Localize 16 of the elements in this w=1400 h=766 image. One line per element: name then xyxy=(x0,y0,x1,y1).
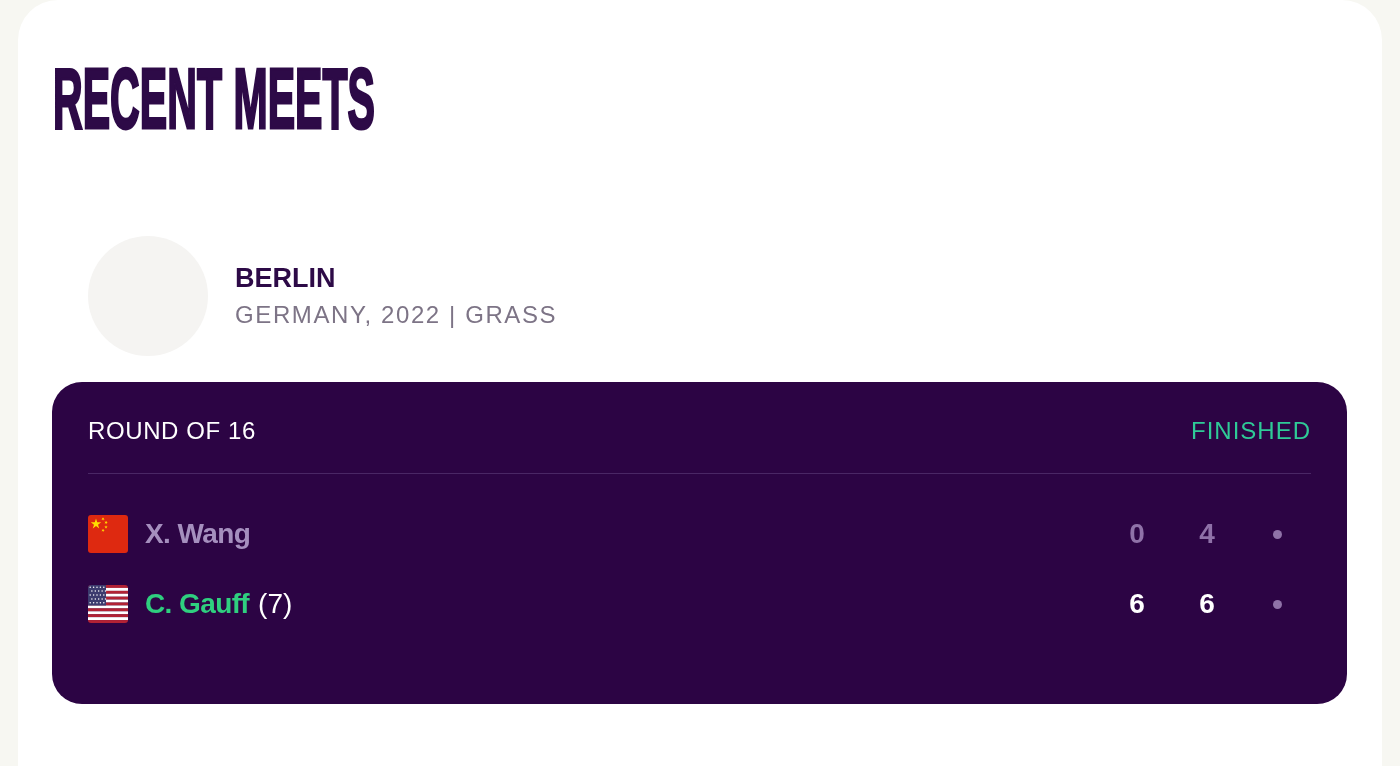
round-label: ROUND OF 16 xyxy=(88,416,256,446)
set-score: 6 xyxy=(1129,587,1145,621)
seed-label: (7) xyxy=(258,587,293,621)
flag-icon xyxy=(88,585,128,623)
dot-icon xyxy=(1272,529,1282,539)
player-name: X. Wang xyxy=(145,517,251,551)
set-score: 6 xyxy=(1199,587,1215,621)
flag-icon xyxy=(88,515,128,553)
status-label: FINISHED xyxy=(1191,416,1311,446)
section-title: RECENT MEETS xyxy=(53,53,376,143)
set-score: 4 xyxy=(1199,517,1215,551)
tournament-details: GERMANY, 2022 | GRASS xyxy=(235,300,558,330)
dot-icon xyxy=(1272,599,1282,609)
set-score: 0 xyxy=(1129,517,1145,551)
player-name: C. Gauff xyxy=(145,587,250,621)
tournament-name: BERLIN xyxy=(235,262,337,294)
